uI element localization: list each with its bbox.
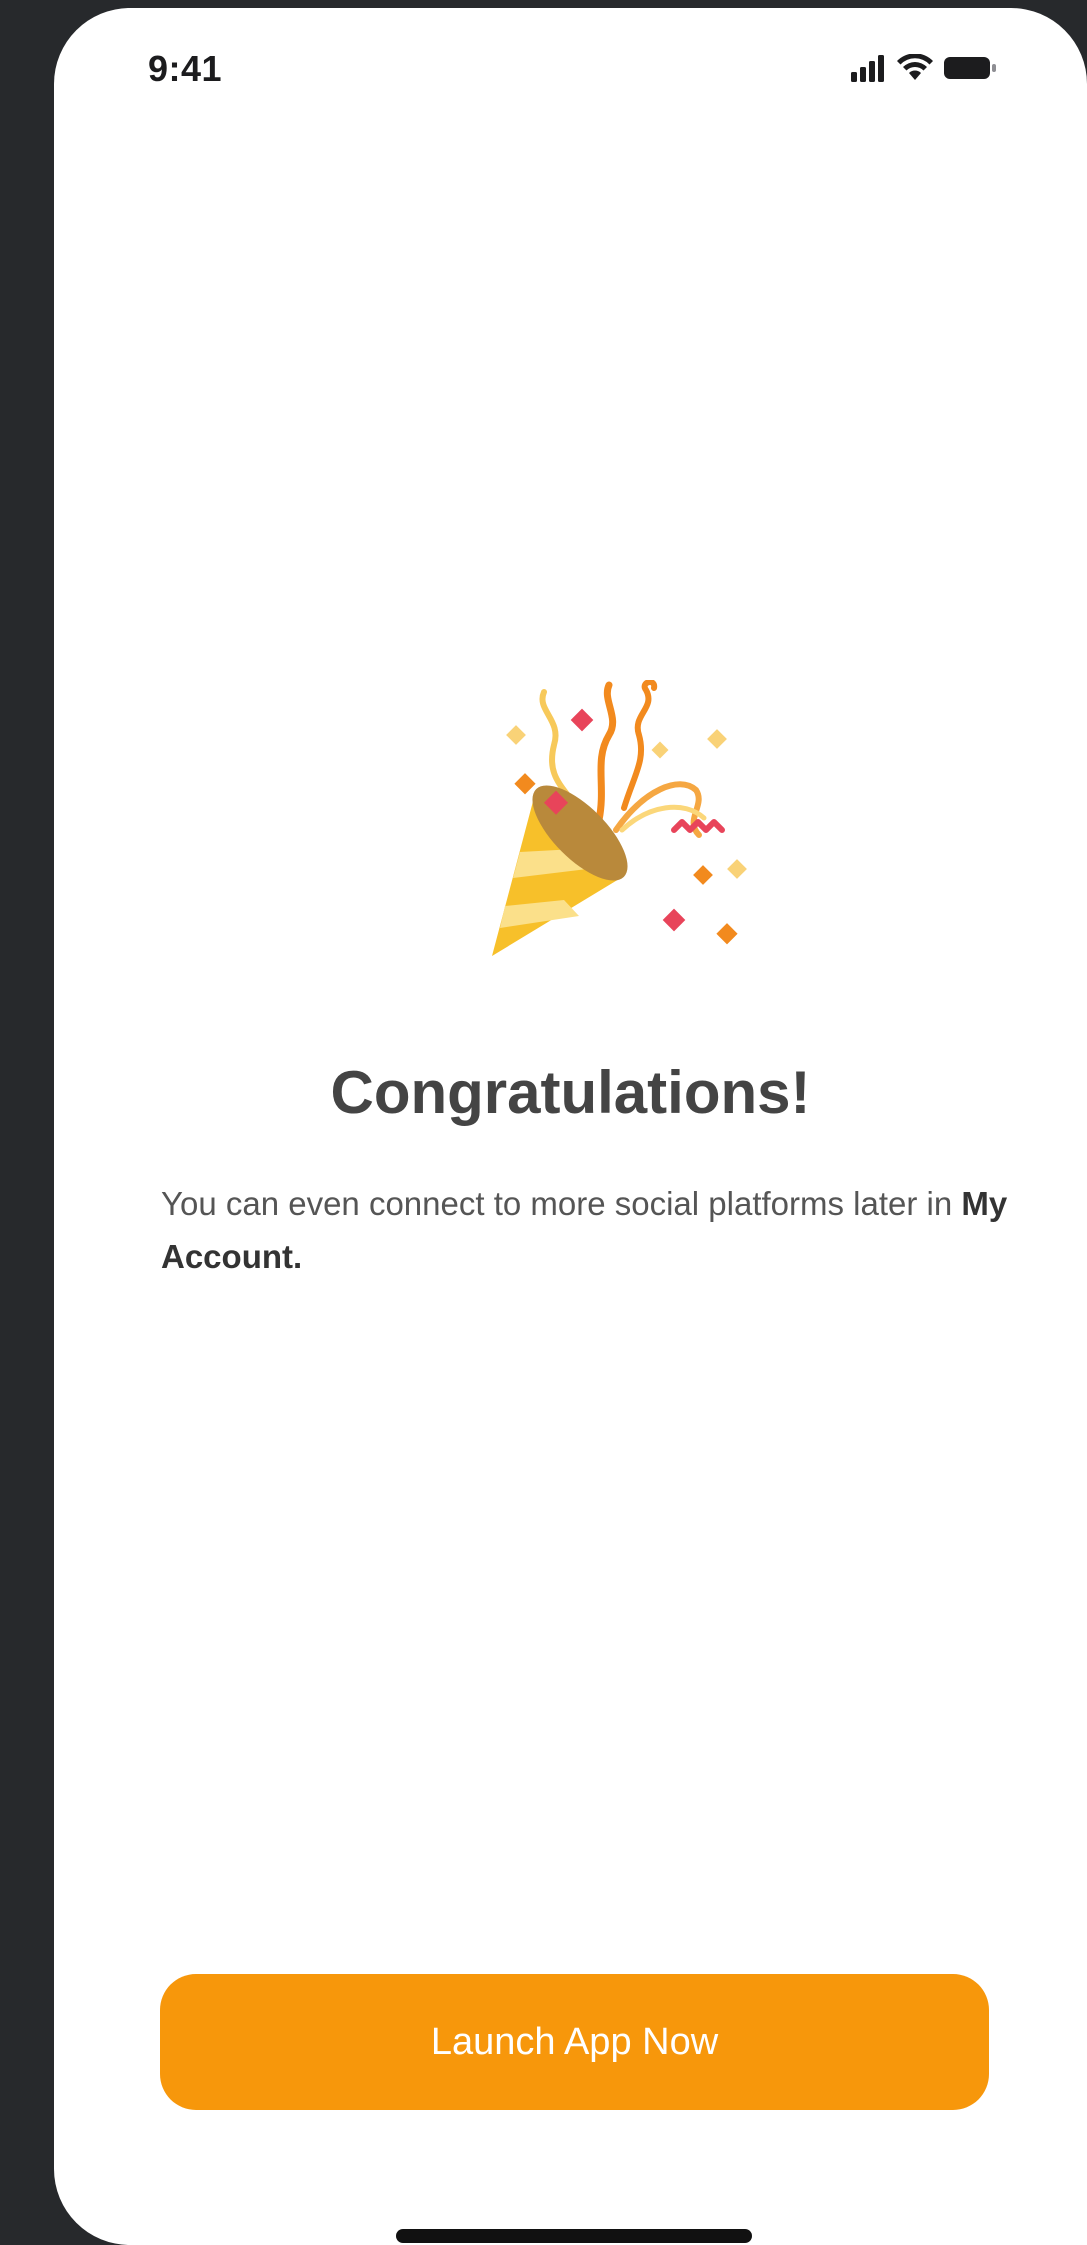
home-indicator[interactable] [396,2229,752,2243]
status-bar: 9:41 [54,8,1087,138]
party-popper-icon [434,679,774,980]
launch-app-button[interactable]: Launch App Now [160,1974,989,2110]
page-message: You can even connect to more social plat… [161,1178,1061,1284]
battery-icon [944,57,996,79]
status-time: 9:41 [148,48,223,89]
page-title: Congratulations! [330,1059,811,1126]
wifi-icon [897,54,933,80]
status-icons [851,54,1001,94]
message-text: You can even connect to more social plat… [161,1185,962,1222]
cellular-signal-icon [851,55,884,82]
phone-screen: 9:41 Congratulations! You can even conne… [54,8,1087,2245]
